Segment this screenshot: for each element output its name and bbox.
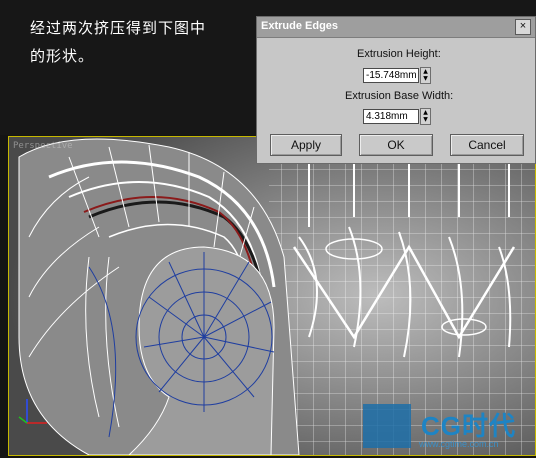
spinner-down-icon[interactable]: ▼ [421, 116, 430, 123]
spinner-down-icon[interactable]: ▼ [421, 75, 430, 82]
caption-line-2: 的形状。 [30, 47, 95, 65]
watermark-logo: CG时代 www.cgtime.com.cn [363, 404, 533, 454]
close-button[interactable]: × [515, 19, 531, 35]
extrusion-height-label: Extrusion Height: [357, 48, 441, 60]
watermark-brand: CG时代 [421, 411, 517, 441]
viewport-label[interactable]: Perspective [13, 141, 73, 151]
extrusion-base-width-spinner[interactable]: ▲ ▼ [420, 108, 431, 125]
extrude-edges-dialog: Extrude Edges × Extrusion Height: -15.74… [256, 16, 536, 164]
extrusion-base-width-field[interactable]: 4.318mm [363, 109, 419, 124]
extrusion-base-width-label: Extrusion Base Width: [345, 90, 454, 102]
spinner-up-icon[interactable]: ▲ [421, 109, 430, 116]
extrusion-height-field[interactable]: -15.748mm [363, 68, 419, 83]
cg-logo-icon [363, 404, 411, 448]
dialog-titlebar[interactable]: Extrude Edges × [257, 17, 535, 38]
spinner-up-icon[interactable]: ▲ [421, 68, 430, 75]
ok-button[interactable]: OK [359, 134, 433, 156]
dialog-title: Extrude Edges [261, 20, 339, 32]
caption-line-1: 经过两次挤压得到下图中 [30, 19, 207, 37]
extrusion-height-spinner[interactable]: ▲ ▼ [420, 67, 431, 84]
cancel-button[interactable]: Cancel [450, 134, 524, 156]
watermark-url: www.cgtime.com.cn [419, 439, 499, 449]
apply-button[interactable]: Apply [270, 134, 342, 156]
